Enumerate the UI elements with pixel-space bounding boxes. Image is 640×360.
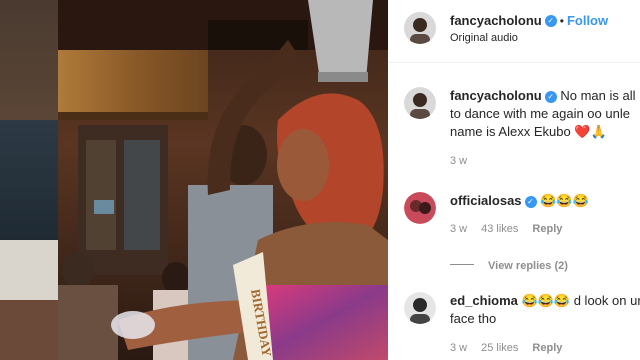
avatar-photo-icon	[404, 12, 436, 44]
view-replies-row[interactable]: View replies (2)	[450, 256, 568, 274]
strip-middle	[0, 120, 58, 240]
caption-line-3: name is Alexx Ekubo ❤️🙏	[450, 124, 607, 139]
comment-username[interactable]: officialosas	[450, 193, 522, 208]
strip-light	[0, 240, 58, 300]
caption-time[interactable]: 3 w	[450, 155, 467, 167]
separator-dot: •	[559, 14, 564, 28]
post-video[interactable]: BIRTHDAY	[58, 0, 388, 360]
follow-button[interactable]: Follow	[567, 13, 608, 28]
comment-line-1: 😂😂😂 d look on ur	[521, 293, 640, 308]
verified-badge-icon: ✓	[524, 195, 537, 208]
verified-badge-icon: ✓	[544, 14, 557, 27]
post-header: fancyacholonu ✓ • Follow Original audio	[388, 0, 640, 63]
comment-avatar[interactable]	[404, 292, 436, 324]
strip-top	[0, 0, 58, 120]
comment-time[interactable]: 3 w	[450, 342, 467, 354]
caption-username[interactable]: fancyacholonu	[450, 88, 542, 103]
comment-avatar[interactable]	[404, 192, 436, 224]
reply-button[interactable]: Reply	[532, 342, 562, 354]
video-frame-illustration: BIRTHDAY	[58, 0, 388, 360]
view-replies-button[interactable]: View replies (2)	[488, 260, 568, 272]
author-avatar[interactable]	[404, 12, 436, 44]
comment-body: 😂😂😂	[540, 193, 589, 208]
audio-label[interactable]: Original audio	[450, 32, 518, 44]
author-username[interactable]: fancyacholonu	[450, 13, 542, 28]
comment-text: officialosas ✓ 😂😂😂	[450, 192, 589, 210]
avatar-photo-icon	[404, 292, 436, 324]
comment-meta: 3 w 43 likes Reply	[450, 223, 576, 235]
view-replies-line	[450, 264, 474, 266]
caption-meta: 3 w	[450, 155, 481, 167]
caption-line-1: No man is all	[560, 88, 636, 103]
comment-likes[interactable]: 43 likes	[481, 223, 518, 235]
comment-line-2: face tho	[450, 311, 497, 326]
post-side-panel: fancyacholonu ✓ • Follow Original audio fan…	[388, 0, 640, 360]
caption-text: fancyacholonu ✓ No man is all to dance wi…	[450, 87, 640, 141]
avatar-photo-icon	[404, 192, 436, 224]
avatar-photo-icon	[404, 87, 436, 119]
strip-bottom	[0, 300, 58, 360]
comment-time[interactable]: 3 w	[450, 223, 467, 235]
comment-username[interactable]: ed_chioma	[450, 293, 518, 308]
verified-badge-icon: ✓	[544, 90, 557, 103]
comment-meta: 3 w 25 likes Reply	[450, 342, 576, 354]
reply-button[interactable]: Reply	[532, 223, 562, 235]
caption-avatar[interactable]	[404, 87, 436, 119]
caption-line-2: to dance with me again oo unle	[450, 106, 630, 121]
comment-likes[interactable]: 25 likes	[481, 342, 518, 354]
comment-text: ed_chioma 😂😂😂 d look on ur face tho	[450, 292, 640, 328]
adjacent-media-strip	[0, 0, 58, 360]
